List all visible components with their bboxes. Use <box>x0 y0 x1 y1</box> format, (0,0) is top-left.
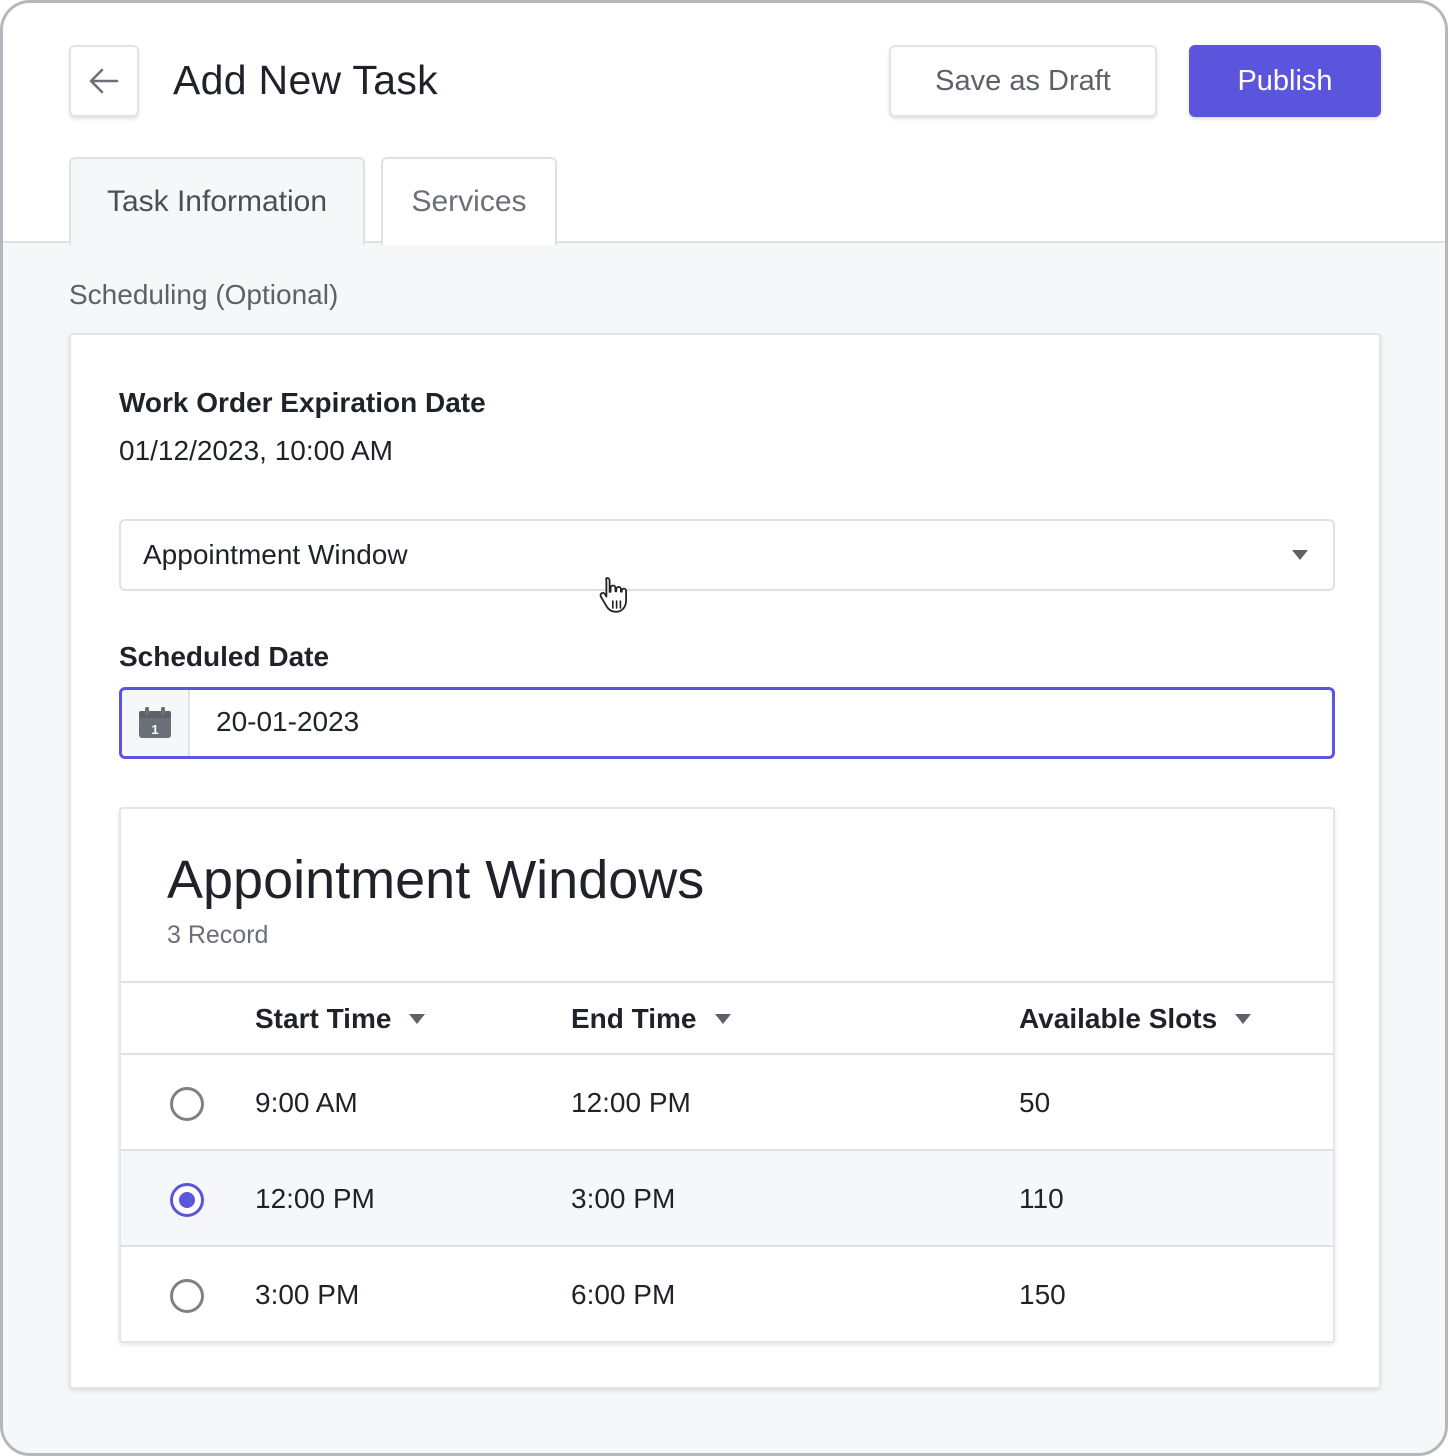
back-button[interactable] <box>69 45 139 117</box>
sort-down-icon <box>1235 1014 1252 1024</box>
row-radio[interactable] <box>170 1087 204 1121</box>
chevron-down-icon <box>1292 550 1308 560</box>
save-draft-button[interactable]: Save as Draft <box>889 45 1157 117</box>
column-header-start-time[interactable]: Start Time <box>255 1003 426 1035</box>
sort-down-icon <box>409 1014 426 1024</box>
appointment-windows-table: Appointment Windows 3 Record Start Time … <box>119 807 1335 1343</box>
table-row[interactable]: 12:00 PM 3:00 PM 110 <box>121 1151 1333 1247</box>
scheduling-card: Work Order Expiration Date 01/12/2023, 1… <box>69 333 1381 1389</box>
calendar-icon: 1 <box>139 707 171 738</box>
schedule-type-select[interactable]: Appointment Window <box>119 519 1335 591</box>
start-time-cell: 9:00 AM <box>255 1087 358 1118</box>
tab-task-information[interactable]: Task Information <box>69 157 365 245</box>
schedule-type-value: Appointment Window <box>143 539 408 570</box>
scheduled-date-field[interactable]: 1 20-01-2023 <box>119 687 1335 759</box>
scheduled-date-label: Scheduled Date <box>119 641 330 672</box>
page-header: Add New Task Save as Draft Publish Task … <box>3 3 1445 245</box>
available-slots-cell: 150 <box>1019 1279 1066 1310</box>
start-time-cell: 3:00 PM <box>255 1279 360 1310</box>
row-radio[interactable] <box>170 1183 204 1217</box>
sort-down-icon <box>714 1014 731 1024</box>
expiration-date-label: Work Order Expiration Date <box>119 387 486 418</box>
column-header-label: End Time <box>571 1003 697 1034</box>
publish-button[interactable]: Publish <box>1189 45 1381 117</box>
appointment-windows-title: Appointment Windows <box>167 850 705 910</box>
column-header-label: Available Slots <box>1019 1003 1218 1034</box>
arrow-left-icon <box>89 68 119 94</box>
tab-services[interactable]: Services <box>381 157 557 245</box>
record-count: 3 Record <box>167 921 269 949</box>
start-time-cell: 12:00 PM <box>255 1183 375 1214</box>
available-slots-cell: 50 <box>1019 1087 1051 1118</box>
column-header-end-time[interactable]: End Time <box>571 1003 731 1035</box>
calendar-icon-day: 1 <box>151 722 158 737</box>
table-row[interactable]: 3:00 PM 6:00 PM 150 <box>121 1247 1333 1343</box>
section-label-scheduling: Scheduling (Optional) <box>69 279 339 310</box>
end-time-cell: 6:00 PM <box>571 1279 676 1310</box>
table-row[interactable]: 9:00 AM 12:00 PM 50 <box>121 1055 1333 1151</box>
available-slots-cell: 110 <box>1019 1183 1064 1214</box>
row-radio[interactable] <box>170 1279 204 1313</box>
expiration-date-value: 01/12/2023, 10:00 AM <box>119 435 393 466</box>
end-time-cell: 12:00 PM <box>571 1087 691 1118</box>
end-time-cell: 3:00 PM <box>571 1183 676 1214</box>
hand-cursor-icon <box>599 577 627 613</box>
calendar-button[interactable]: 1 <box>122 690 190 756</box>
table-header: Start Time End Time Available Slots <box>121 981 1333 1055</box>
scheduled-date-value[interactable]: 20-01-2023 <box>216 706 359 738</box>
page-title: Add New Task <box>173 57 438 103</box>
column-header-label: Start Time <box>255 1003 392 1034</box>
app-window: Add New Task Save as Draft Publish Task … <box>0 0 1448 1456</box>
column-header-available-slots[interactable]: Available Slots <box>1019 1003 1252 1035</box>
